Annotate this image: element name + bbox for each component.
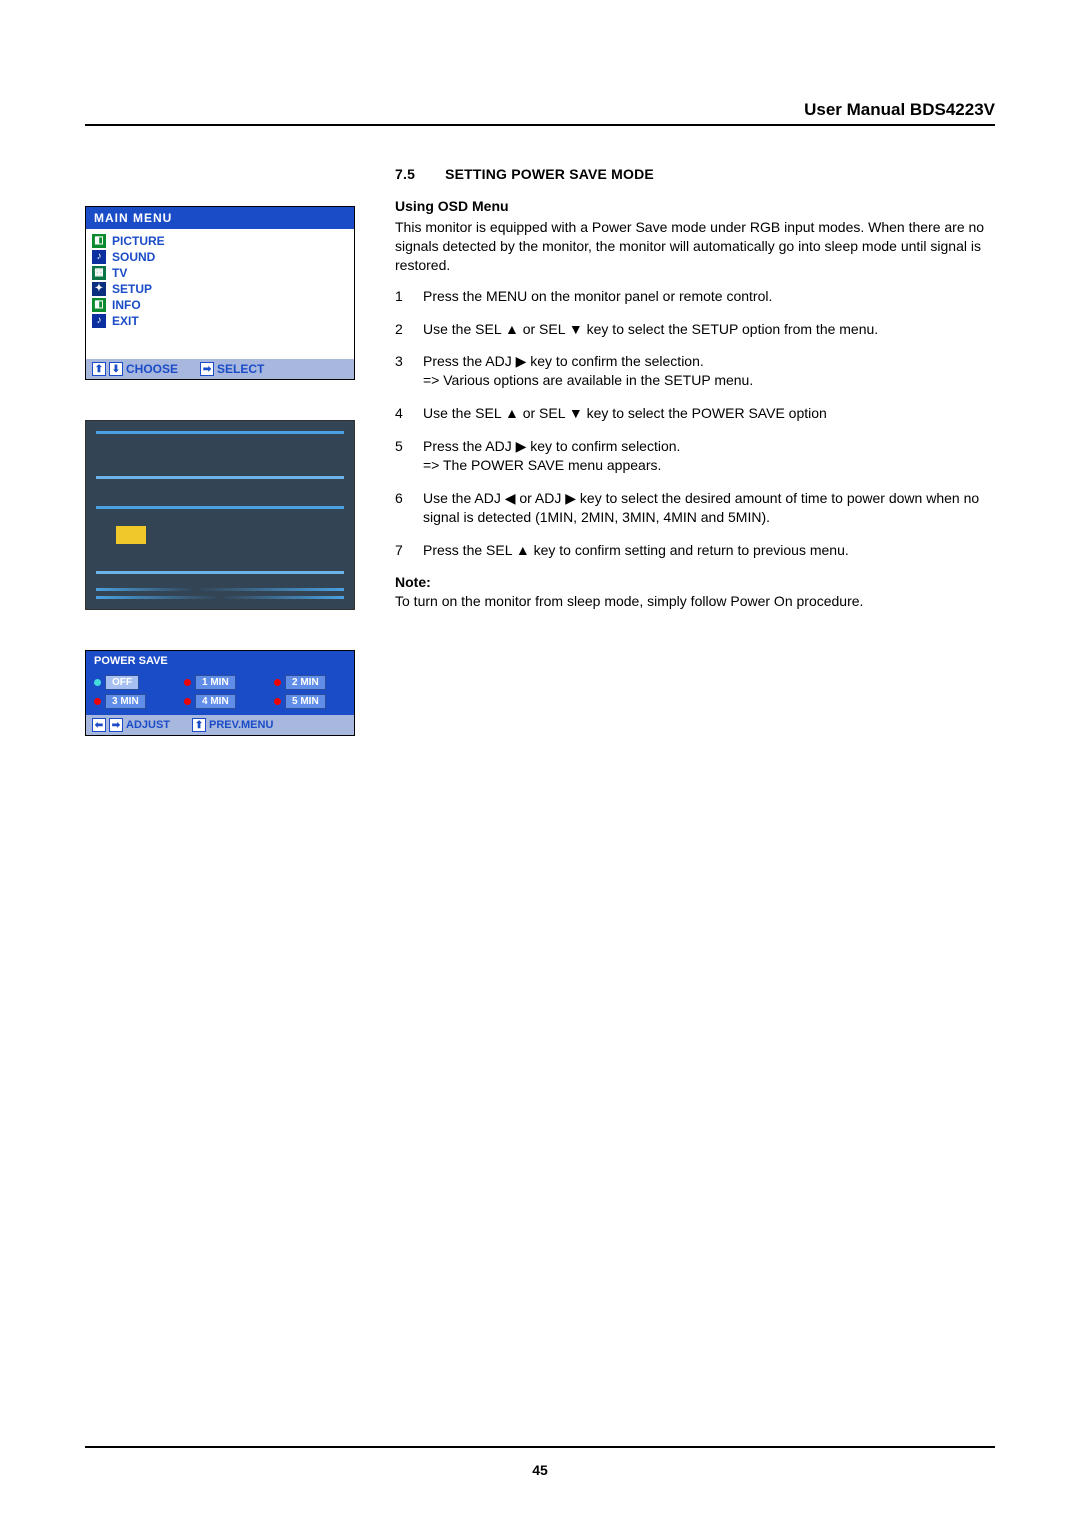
osd-power-save-options: OFF 1 MIN 2 MIN 3 MIN 4 MIN 5 MIN (86, 671, 354, 715)
osd-main-menu-title: MAIN MENU (86, 207, 354, 229)
step-number: 7 (395, 541, 409, 560)
step-item: 2 Use the SEL ▲ or SEL ▼ key to select th… (395, 320, 995, 339)
footer-prev-label: PREV.MENU (209, 719, 273, 731)
info-icon: ◧ (92, 298, 106, 312)
osd-menu-label: TV (112, 266, 127, 280)
radio-icon (274, 698, 281, 705)
ps-option-label: 5 MIN (285, 694, 326, 709)
header-title: User Manual BDS4223V (804, 100, 995, 119)
arrow-up-icon: ⬆ (92, 362, 106, 376)
page-number: 45 (0, 1462, 1080, 1478)
radio-selected-icon (94, 679, 101, 686)
radio-icon (274, 679, 281, 686)
step-text: Use the SEL ▲ or SEL ▼ key to select the… (423, 320, 878, 339)
note-label: Note: (395, 574, 995, 590)
step-item: 6 Use the ADJ ◀ or ADJ ▶ key to select th… (395, 489, 995, 527)
step-item: 4 Use the SEL ▲ or SEL ▼ key to select th… (395, 404, 995, 423)
osd-menu-item: ✦ SETUP (90, 281, 350, 297)
step-text: Press the SEL ▲ key to confirm setting a… (423, 541, 849, 560)
ps-option-label: 4 MIN (195, 694, 236, 709)
section-number: 7.5 (395, 166, 415, 182)
step-text: Press the ADJ ▶ key to confirm selection… (423, 437, 680, 475)
osd-main-menu-footer: ⬆ ⬇ CHOOSE ➡ SELECT (86, 359, 354, 379)
step-number: 6 (395, 489, 409, 527)
step-number: 2 (395, 320, 409, 339)
osd-menu-label: EXIT (112, 314, 139, 328)
osd-menu-label: SOUND (112, 250, 155, 264)
osd-power-save-footer: ⬅ ➡ ADJUST ⬆ PREV.MENU (86, 715, 354, 735)
exit-icon: ♪ (92, 314, 106, 328)
screenshot-image (85, 420, 355, 610)
arrow-right-icon: ➡ (109, 718, 123, 732)
ps-option-label: 2 MIN (285, 675, 326, 690)
sound-icon: ♪ (92, 250, 106, 264)
page-header: User Manual BDS4223V (85, 100, 995, 126)
right-column: 7.5 SETTING POWER SAVE MODE Using OSD Me… (395, 166, 995, 736)
ps-option: 3 MIN (94, 694, 166, 709)
osd-menu-item: ♪ SOUND (90, 249, 350, 265)
photo-wave (96, 588, 344, 591)
ps-option: 4 MIN (184, 694, 256, 709)
section-heading: 7.5 SETTING POWER SAVE MODE (395, 166, 995, 182)
ps-option-label: 1 MIN (195, 675, 236, 690)
footer-adjust-label: ADJUST (126, 719, 170, 731)
picture-icon: ◧ (92, 234, 106, 248)
ps-option-label: 3 MIN (105, 694, 146, 709)
osd-power-save: POWER SAVE OFF 1 MIN 2 MIN 3 MIN 4 MIN 5… (85, 650, 355, 736)
arrow-up-icon: ⬆ (192, 718, 206, 732)
note-text: To turn on the monitor from sleep mode, … (395, 592, 995, 611)
section-intro: This monitor is equipped with a Power Sa… (395, 218, 995, 275)
footer-select-label: SELECT (217, 362, 264, 376)
section-title: SETTING POWER SAVE MODE (445, 166, 654, 182)
ps-option: OFF (94, 675, 166, 690)
radio-icon (184, 679, 191, 686)
osd-menu-item: ♪ EXIT (90, 313, 350, 329)
photo-wave (96, 596, 344, 599)
step-number: 1 (395, 287, 409, 306)
footer-choose-label: CHOOSE (126, 362, 178, 376)
step-item: 7 Press the SEL ▲ key to confirm setting … (395, 541, 995, 560)
osd-menu-label: PICTURE (112, 234, 165, 248)
step-number: 3 (395, 352, 409, 390)
steps-list: 1 Press the MENU on the monitor panel or … (395, 287, 995, 560)
step-item: 1 Press the MENU on the monitor panel or … (395, 287, 995, 306)
photo-highlight (116, 526, 146, 544)
step-text: Press the ADJ ▶ key to confirm the selec… (423, 352, 753, 390)
step-number: 5 (395, 437, 409, 475)
step-number: 4 (395, 404, 409, 423)
osd-menu-item: ▦ TV (90, 265, 350, 281)
step-text: Use the SEL ▲ or SEL ▼ key to select the… (423, 404, 827, 423)
setup-icon: ✦ (92, 282, 106, 296)
step-item: 5 Press the ADJ ▶ key to confirm selectio… (395, 437, 995, 475)
tv-icon: ▦ (92, 266, 106, 280)
arrow-down-icon: ⬇ (109, 362, 123, 376)
ps-option: 2 MIN (274, 675, 346, 690)
arrow-right-icon: ➡ (200, 362, 214, 376)
ps-option: 5 MIN (274, 694, 346, 709)
osd-main-menu-items: ◧ PICTURE ♪ SOUND ▦ TV ✦ SETUP ◧ INFO ♪ EXIT (86, 229, 354, 359)
step-text: Press the MENU on the monitor panel or r… (423, 287, 772, 306)
arrow-left-icon: ⬅ (92, 718, 106, 732)
osd-menu-item: ◧ INFO (90, 297, 350, 313)
osd-menu-item: ◧ PICTURE (90, 233, 350, 249)
step-text: Use the ADJ ◀ or ADJ ▶ key to select the… (423, 489, 995, 527)
osd-menu-label: SETUP (112, 282, 152, 296)
radio-icon (94, 698, 101, 705)
ps-option: 1 MIN (184, 675, 256, 690)
section-subhead: Using OSD Menu (395, 198, 995, 214)
osd-power-save-title: POWER SAVE (86, 651, 354, 671)
radio-icon (184, 698, 191, 705)
footer-rule (85, 1446, 995, 1448)
content-area: MAIN MENU ◧ PICTURE ♪ SOUND ▦ TV ✦ SETUP ◧ IN… (85, 166, 995, 736)
ps-option-label: OFF (105, 675, 139, 690)
osd-menu-label: INFO (112, 298, 141, 312)
left-column: MAIN MENU ◧ PICTURE ♪ SOUND ▦ TV ✦ SETUP ◧ IN… (85, 166, 355, 736)
osd-main-menu: MAIN MENU ◧ PICTURE ♪ SOUND ▦ TV ✦ SETUP ◧ IN… (85, 206, 355, 380)
step-item: 3 Press the ADJ ▶ key to confirm the sele… (395, 352, 995, 390)
